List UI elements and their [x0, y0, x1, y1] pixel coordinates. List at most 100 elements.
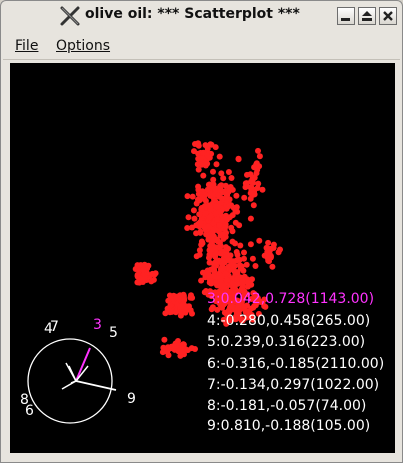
data-point	[255, 147, 261, 154]
data-point	[199, 240, 206, 247]
data-point	[207, 141, 214, 148]
data-point	[234, 306, 241, 313]
axis-label-9: 9	[127, 391, 136, 407]
data-point	[171, 342, 178, 349]
data-point	[211, 259, 218, 266]
data-point	[232, 219, 239, 226]
data-point	[267, 245, 274, 252]
data-point	[200, 172, 207, 179]
data-point	[208, 247, 214, 253]
data-point	[232, 282, 238, 289]
data-point	[252, 263, 259, 269]
data-point	[240, 267, 247, 274]
data-point	[228, 224, 235, 231]
data-point	[223, 251, 230, 258]
scatterplot-canvas[interactable]: 3 4 7 5 8 6 9 3:0.042,0.728(1143.00) 4:-…	[10, 63, 395, 453]
data-point	[208, 306, 215, 313]
data-point	[182, 304, 189, 311]
data-point	[193, 230, 200, 237]
data-point	[204, 223, 211, 230]
data-point	[269, 263, 276, 270]
menu-file[interactable]: File	[15, 38, 38, 54]
data-point	[189, 310, 195, 317]
data-point	[249, 255, 256, 262]
data-point	[185, 214, 192, 221]
data-point	[213, 161, 220, 168]
axis-line-8	[70, 380, 77, 384]
data-point	[177, 312, 184, 319]
data-point	[178, 345, 185, 352]
data-point	[216, 153, 223, 160]
data-point	[233, 192, 240, 199]
data-point	[250, 179, 256, 186]
data-point	[217, 250, 224, 257]
data-point	[222, 223, 229, 230]
data-point	[210, 168, 216, 175]
data-point	[216, 239, 223, 246]
data-point	[200, 149, 207, 156]
data-point	[247, 190, 254, 197]
axis-label-7: 7	[50, 319, 59, 335]
data-point	[254, 166, 261, 173]
maximize-button[interactable]	[358, 7, 376, 25]
data-point	[216, 185, 223, 192]
data-point	[228, 175, 235, 181]
data-point	[136, 279, 143, 286]
minimize-button[interactable]	[337, 7, 355, 25]
data-point	[177, 303, 184, 310]
loading-label: 5:0.239,0.316(223.00)	[207, 334, 366, 350]
data-point	[255, 180, 262, 187]
data-point	[192, 346, 198, 352]
menu-bar: File Options	[3, 34, 400, 60]
data-point	[249, 276, 255, 283]
data-point	[264, 253, 271, 260]
data-point	[220, 231, 226, 238]
projection-compass[interactable]	[27, 338, 117, 424]
data-point	[206, 214, 213, 221]
data-point	[172, 309, 179, 316]
data-point	[165, 344, 172, 351]
data-point	[225, 169, 232, 175]
data-point	[247, 241, 254, 248]
data-point	[202, 210, 209, 217]
loading-label: 6:-0.316,-0.185(2110.00)	[207, 356, 385, 372]
data-point	[140, 266, 147, 273]
window-title: olive oil: *** Scatterplot ***	[85, 6, 300, 22]
axis-line-7	[68, 365, 77, 382]
menu-options[interactable]: Options	[56, 38, 110, 54]
data-point	[195, 166, 202, 173]
data-point	[214, 306, 221, 313]
data-point	[206, 272, 213, 279]
data-point	[199, 194, 206, 201]
app-x-icon[interactable]	[59, 5, 81, 27]
data-point	[148, 278, 155, 285]
data-point	[223, 214, 230, 221]
data-point	[234, 274, 241, 281]
close-button[interactable]	[379, 7, 397, 25]
data-point	[221, 259, 228, 266]
data-point	[207, 266, 214, 273]
data-point	[192, 141, 198, 147]
axis-line-9	[75, 380, 117, 391]
compass-circle	[27, 338, 113, 424]
data-point	[247, 215, 254, 222]
loading-label: 7:-0.134,0.297(1022.00)	[207, 377, 380, 393]
data-point	[241, 273, 248, 280]
data-point	[189, 294, 196, 301]
data-point	[162, 310, 169, 317]
data-point	[193, 253, 200, 260]
data-point	[237, 242, 244, 249]
data-point	[218, 170, 225, 177]
scatterplot-svg	[27, 140, 283, 424]
data-point	[229, 186, 236, 193]
axis-line-3	[75, 347, 91, 382]
maximize-icon	[362, 11, 372, 21]
data-point	[175, 295, 182, 301]
loading-label: 8:-0.181,-0.057(74.00)	[207, 398, 367, 414]
data-point	[204, 160, 211, 167]
data-point	[215, 192, 222, 199]
minimize-icon	[341, 18, 350, 21]
loading-label: 3:0.042,0.728(1143.00)	[207, 291, 375, 307]
data-point	[222, 270, 229, 277]
data-point	[209, 236, 216, 243]
